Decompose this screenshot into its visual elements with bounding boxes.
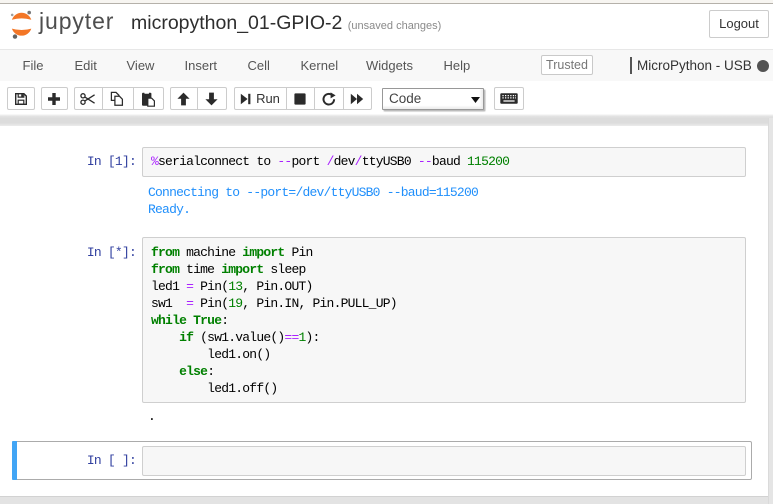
svg-text:jupyter: jupyter [38, 8, 114, 34]
